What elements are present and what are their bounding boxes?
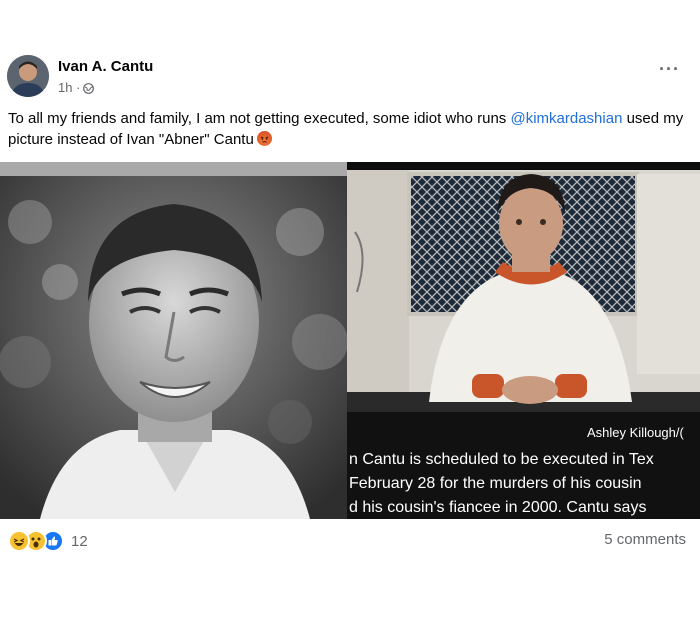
- globe-icon: [83, 82, 95, 94]
- mention-link[interactable]: @kimkardashian: [510, 110, 622, 127]
- post-meta: 1h ·: [58, 80, 95, 95]
- author-name[interactable]: Ivan A. Cantu: [58, 58, 153, 75]
- news-caption: n Cantu is scheduled to be executed in T…: [349, 448, 700, 518]
- news-line: d his cousin's fiancee in 2000. Cantu sa…: [349, 499, 647, 516]
- author-avatar[interactable]: [7, 55, 49, 97]
- post-caption: To all my friends and family, I am not g…: [8, 108, 688, 150]
- caption-text: To all my friends and family, I am not g…: [8, 110, 511, 127]
- comments-count-link[interactable]: 5 comments: [604, 531, 686, 548]
- facebook-post: Ivan A. Cantu 1h · ··· To all my friends…: [0, 0, 700, 635]
- photo-portrait[interactable]: [0, 162, 347, 519]
- reaction-count: 12: [71, 532, 88, 550]
- post-time[interactable]: 1h ·: [58, 80, 80, 95]
- more-options-icon[interactable]: ···: [659, 60, 680, 78]
- news-line: n Cantu is scheduled to be executed in T…: [349, 451, 654, 468]
- photo-credit: Ashley Killough/(: [587, 425, 684, 440]
- angry-face-emoji: [256, 131, 272, 146]
- news-line: February 28 for the murders of his cousi…: [349, 475, 642, 492]
- haha-reaction-icon: [8, 530, 30, 552]
- reaction-summary[interactable]: 12: [8, 530, 88, 552]
